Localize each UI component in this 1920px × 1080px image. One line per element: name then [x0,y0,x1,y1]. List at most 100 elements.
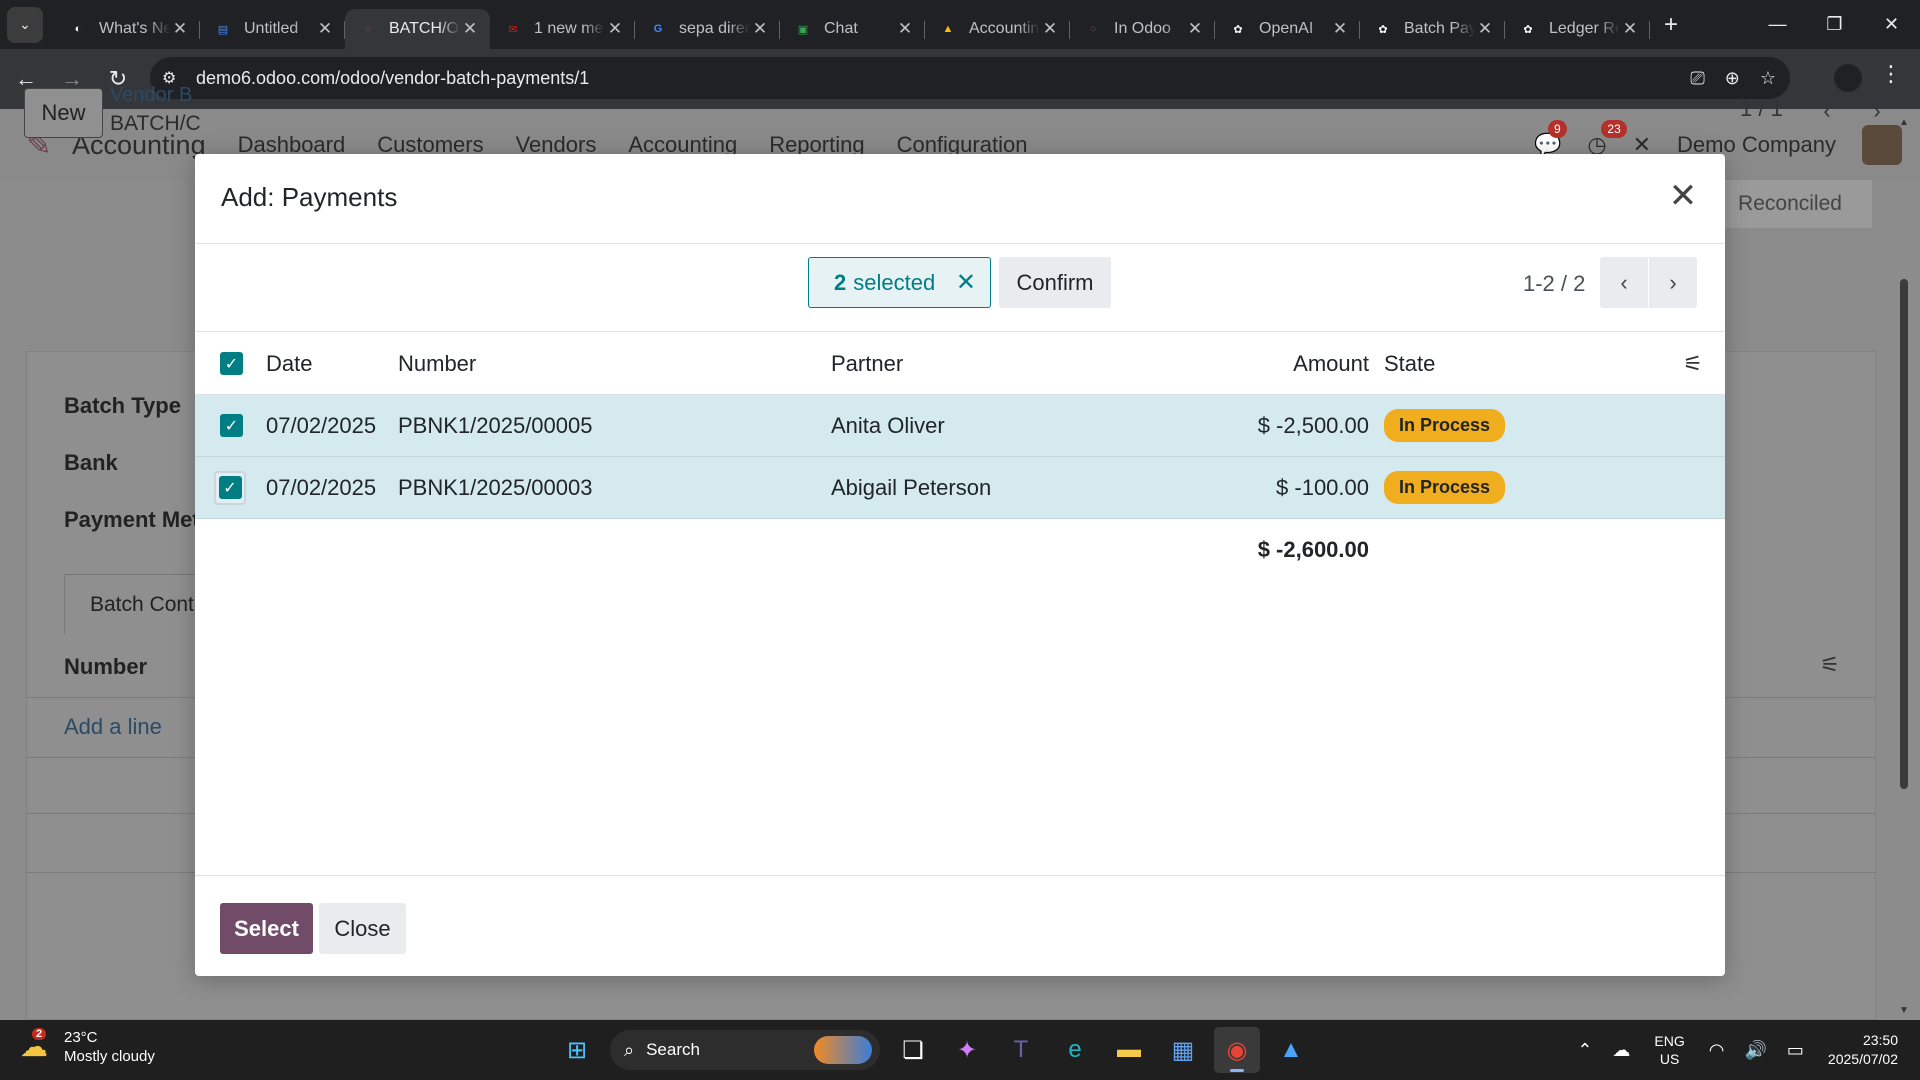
select-all-checkbox[interactable]: ✓ [220,333,246,394]
dialog-footer: Select Close [195,875,1725,976]
close-tab-icon[interactable]: ✕ [895,19,915,39]
zoom-icon[interactable]: ⊕ [1725,68,1740,89]
record-pager[interactable]: 1 / 1 [1740,96,1783,122]
optional-columns-icon[interactable]: ⚟ [1683,333,1703,394]
column-number[interactable]: Number [398,333,476,394]
breadcrumb-parent[interactable]: Vendor B [110,84,192,107]
browser-tab[interactable]: ✿ Ledger Reports✕ [1505,9,1650,49]
browser-tab[interactable]: ✿ OpenAI ✕ [1215,9,1360,49]
url-text[interactable]: demo6.odoo.com/odoo/vendor-batch-payment… [196,68,589,89]
browser-tab[interactable]: ◐ What's New✕ [55,9,200,49]
openai-icon: ✿ [1523,23,1533,36]
row-checkbox[interactable]: ✓ [220,395,246,456]
chrome-icon[interactable]: ◉ [1214,1027,1260,1073]
cell-number: PBNK1/2025/00005 [398,412,593,438]
browser-tab[interactable]: ▣ Chat ✕ [780,9,925,49]
lang-bottom: US [1659,1051,1680,1067]
close-tab-icon[interactable]: ✕ [1475,19,1495,39]
table-header: ✓ Date Number Partner Amount State ⚟ [195,333,1725,395]
browser-tab[interactable]: Gsepa direct ✕ [635,9,780,49]
confirm-button[interactable]: Confirm [999,257,1111,308]
minimize-icon[interactable]: — [1749,0,1806,49]
onedrive-icon[interactable]: ☁ [1612,1040,1630,1061]
browser-tab[interactable]: ○ In Odoo ✕ [1070,9,1215,49]
unselect-all-icon[interactable]: ✕ [956,268,976,297]
browser-tab[interactable]: ✿ Batch Payments✕ [1360,9,1505,49]
tab-title: 1 new message [534,20,605,37]
browser-tab[interactable]: ○ BATCH/OUT✕ [345,9,490,49]
language-indicator[interactable]: ENG US [1654,1032,1684,1068]
add-line-link[interactable]: Add a line [64,714,162,740]
tab-title: BATCH/OUT [389,20,460,37]
column-partner[interactable]: Partner [831,333,903,394]
close-tab-icon[interactable]: ✕ [1040,19,1060,39]
new-tab-button[interactable]: + [1664,11,1678,39]
file-explorer-icon[interactable]: ▬ [1106,1027,1152,1073]
chevron-right-icon[interactable]: › [1854,88,1900,134]
chevron-right-icon[interactable]: › [1649,257,1697,308]
table-row[interactable]: ✓ 07/02/2025 PBNK1/2025/00003 Abigail Pe… [195,457,1725,519]
chat-icon: ▣ [797,23,809,36]
chevron-up-icon[interactable]: ⌃ [1577,1040,1592,1061]
close-tab-icon[interactable]: ✕ [750,19,770,39]
task-view-icon[interactable]: ❏ [890,1027,936,1073]
column-state[interactable]: State [1384,333,1435,394]
dialog-pager-value[interactable]: 1-2 / 2 [1523,271,1585,297]
amount-total: $ -2,600.00 [1257,537,1369,562]
clock[interactable]: 23:50 2025/07/02 [1828,1031,1898,1069]
windows-start-icon[interactable]: ⊞ [554,1027,600,1073]
install-app-icon[interactable]: ⎚ [1690,68,1704,89]
browser-menu-icon[interactable]: ⋮ [1880,61,1902,87]
weather-temp: 23°C [64,1029,98,1046]
new-button[interactable]: New [24,88,103,138]
browser-tab[interactable]: ✉ 1 new message✕ [490,9,635,49]
close-button[interactable]: Close [319,903,406,954]
close-tab-icon[interactable]: ✕ [1620,19,1640,39]
browser-tab[interactable]: ▤ Untitled ✕ [200,9,345,49]
address-bar[interactable]: ⚙ demo6.odoo.com/odoo/vendor-batch-payme… [150,57,1790,99]
close-window-icon[interactable]: ✕ [1863,0,1920,49]
column-amount[interactable]: Amount [1195,333,1369,394]
status-badge: In Process [1384,471,1506,504]
close-tab-icon[interactable]: ✕ [460,19,480,39]
close-tab-icon[interactable]: ✕ [1185,19,1205,39]
tab-search-button[interactable]: ⌄ [7,6,43,43]
taskbar-search[interactable]: ⌕ Search [610,1030,880,1070]
cell-date: 07/02/2025 [266,412,377,438]
teams-icon[interactable]: T [998,1027,1044,1073]
messages-count: 9 [1548,120,1567,138]
close-icon[interactable]: ✕ [1661,174,1705,218]
chevron-left-icon[interactable]: ‹ [1804,88,1850,134]
cell-partner: Abigail Peterson [831,474,992,500]
selection-count: 2 [834,269,847,295]
scroll-up-icon[interactable]: ▲ [1899,117,1909,128]
table-row[interactable]: ✓ 07/02/2025 PBNK1/2025/00005 Anita Oliv… [195,395,1725,457]
status-reconciled[interactable]: Reconciled [1708,180,1872,228]
volume-icon[interactable]: 🔊 [1744,1040,1766,1061]
scroll-thumb[interactable] [1900,279,1908,789]
browser-tab[interactable]: ▲ Accounting✕ [925,9,1070,49]
battery-icon[interactable]: ▭ [1787,1040,1804,1061]
close-tab-icon[interactable]: ✕ [315,19,335,39]
weather-widget[interactable]: ☁ 2 23°C Mostly cloudy [20,1028,155,1066]
column-date[interactable]: Date [266,333,312,394]
edge-icon[interactable]: e [1052,1027,1098,1073]
close-tab-icon[interactable]: ✕ [605,19,625,39]
store-icon[interactable]: ▦ [1160,1027,1206,1073]
bookmark-star-icon[interactable]: ☆ [1760,68,1776,89]
window-controls: — ❐ ✕ [1749,0,1920,49]
system-tray: ⌃ ☁ ENG US ◠ 🔊 ▭ 23:50 2025/07/02 [1567,1020,1920,1080]
row-checkbox[interactable]: ✓ [214,457,246,518]
page-scrollbar[interactable]: ▲ ▼ [1899,117,1909,1019]
scroll-down-icon[interactable]: ▼ [1899,1005,1909,1016]
chevron-left-icon[interactable]: ‹ [1600,257,1648,308]
copilot-icon[interactable]: ✦ [944,1027,990,1073]
wifi-icon[interactable]: ◠ [1709,1040,1725,1061]
select-button[interactable]: Select [220,903,313,954]
cell-partner: Anita Oliver [831,412,945,438]
close-tab-icon[interactable]: ✕ [1330,19,1350,39]
optional-columns-icon[interactable]: ⚟ [1820,652,1840,678]
restore-icon[interactable]: ❐ [1806,0,1863,49]
close-tab-icon[interactable]: ✕ [170,19,190,39]
photos-icon[interactable]: ▲ [1268,1027,1314,1073]
